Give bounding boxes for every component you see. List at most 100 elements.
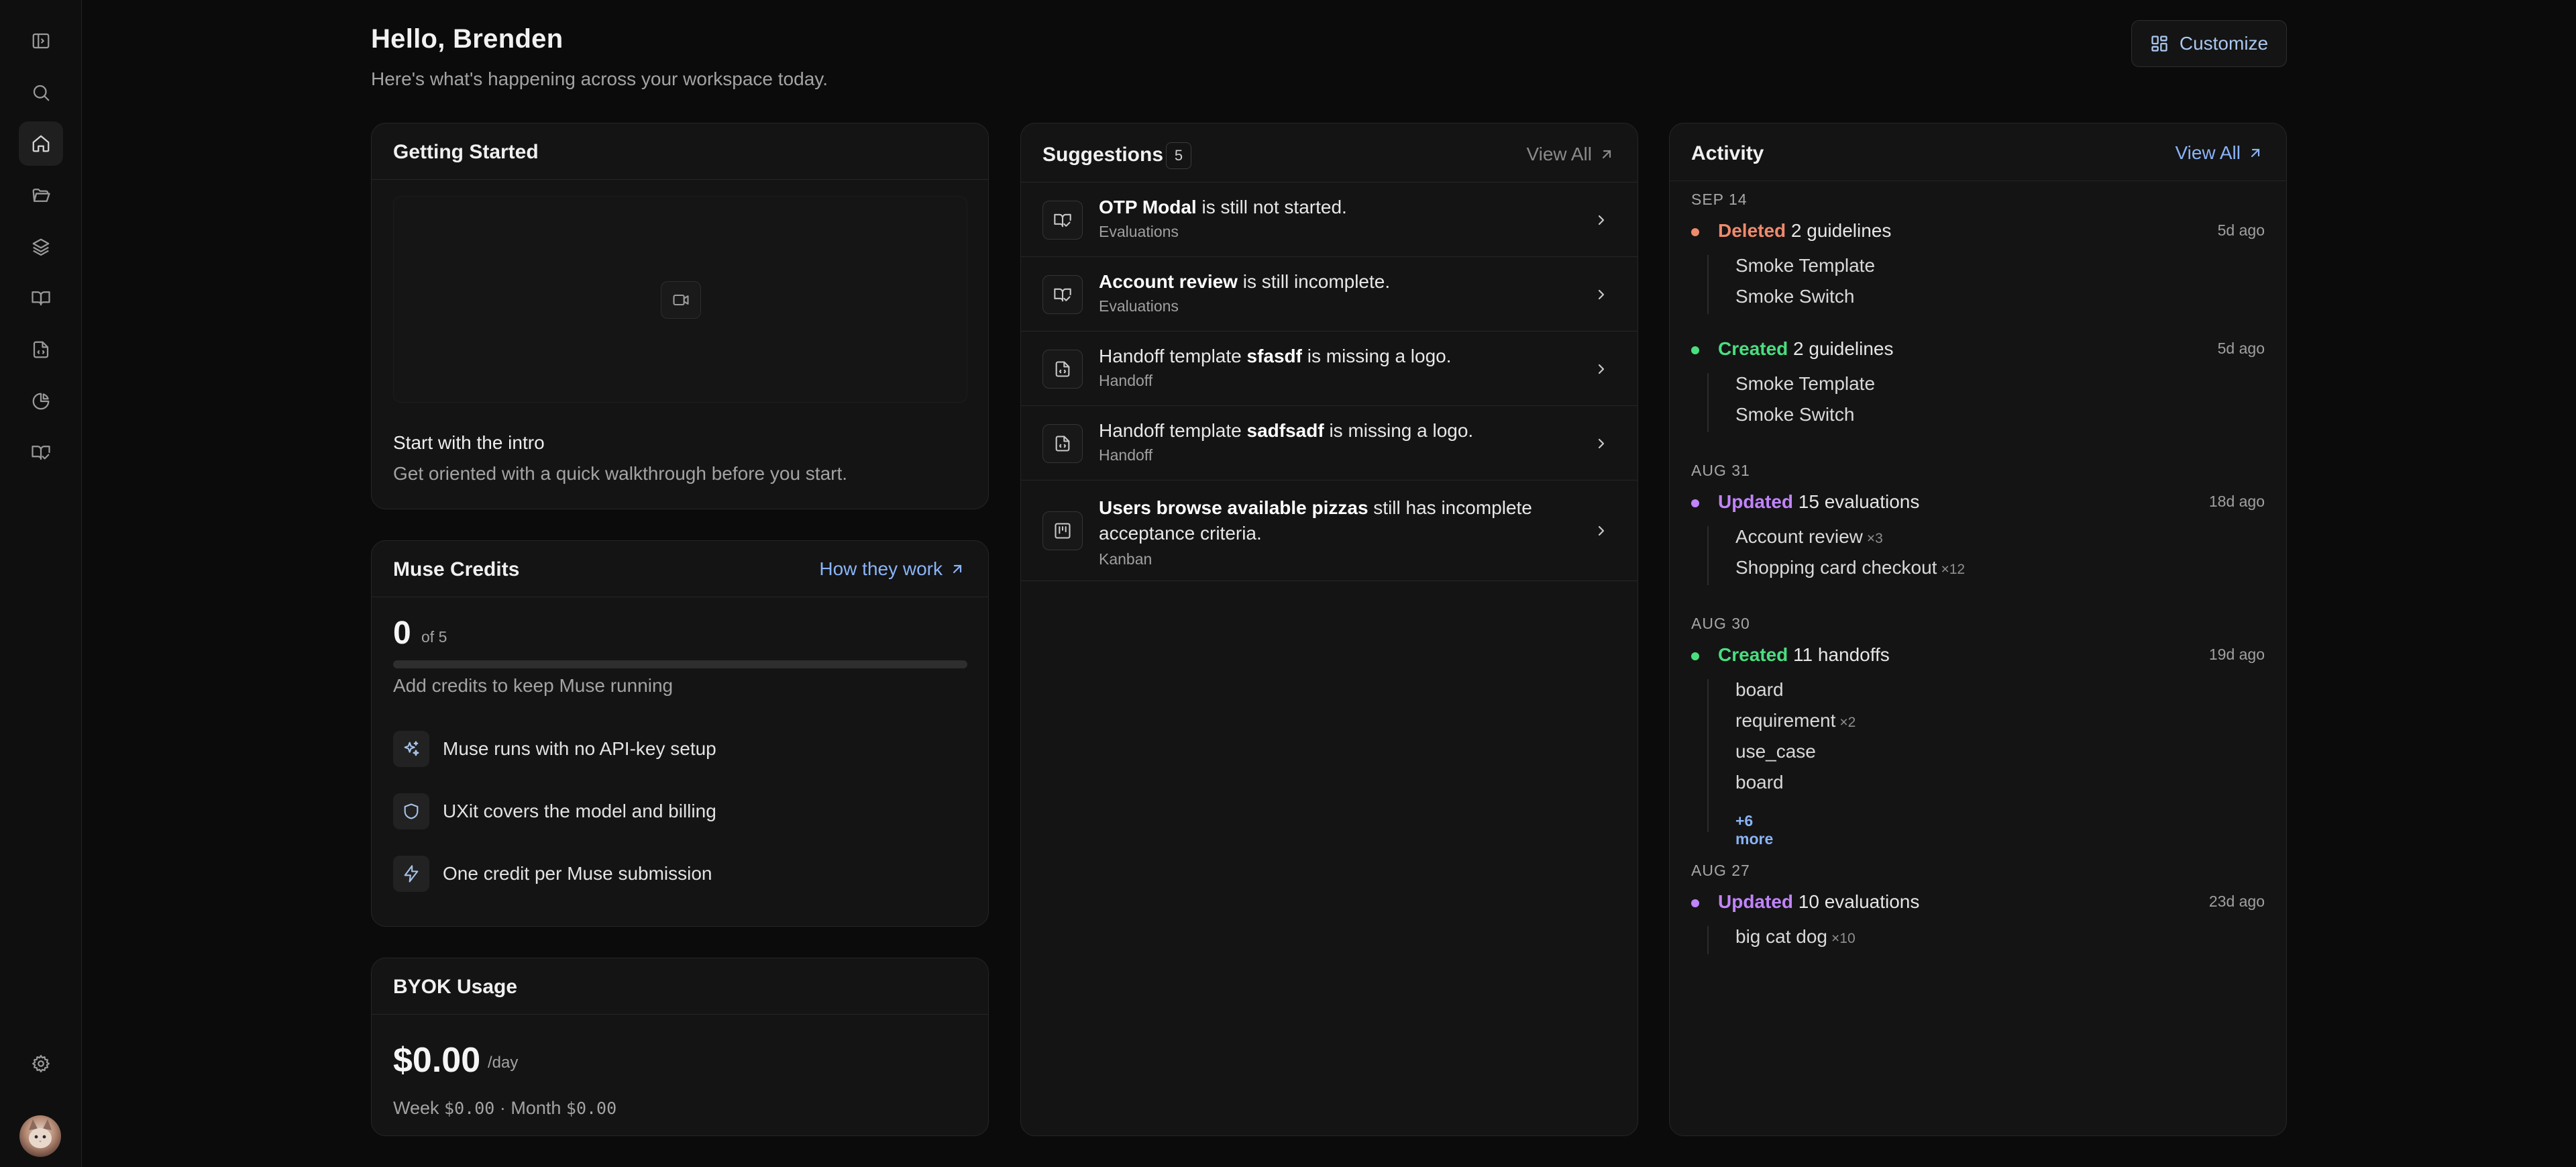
suggestions-count-badge: 5	[1166, 142, 1191, 169]
activity-time: 19d ago	[2208, 646, 2265, 663]
activity-time: 18d ago	[2208, 493, 2265, 510]
chevron-right-icon	[1593, 523, 1609, 539]
sidebar-item-layers[interactable]	[19, 225, 63, 269]
credits-progress-bar	[393, 660, 967, 668]
activity-item[interactable]: Smoke Template	[1735, 255, 1875, 276]
chevron-right-icon	[1593, 212, 1609, 228]
suggestion-text: Users browse available pizzas still has …	[1099, 495, 1577, 546]
how-they-work-link[interactable]: How they work	[819, 558, 965, 580]
activity-entry[interactable]: Created 2 guidelines 5d ago	[1691, 337, 2265, 364]
activity-item[interactable]: requirement ×2	[1735, 710, 1856, 731]
activity-sublist: Smoke Template Smoke Switch	[1707, 255, 1875, 314]
activity-item-label: Smoke Switch	[1735, 286, 1855, 307]
activity-view-all-link[interactable]: View All	[2175, 142, 2263, 164]
activity-summary: Updated 15 evaluations	[1718, 491, 1919, 513]
suggestions-view-all-link[interactable]: View All	[1526, 144, 1615, 165]
suggestion-row[interactable]: Handoff template sfasdf is missing a log…	[1021, 332, 1638, 406]
chevron-right-icon	[1593, 436, 1609, 452]
activity-time: 5d ago	[2217, 221, 2265, 239]
sidebar-item-guidelines[interactable]	[19, 276, 63, 320]
book-check-icon	[1054, 288, 1071, 302]
card-header: Activity View All	[1670, 123, 2286, 181]
month-value: $0.00	[566, 1099, 617, 1118]
zap-icon	[404, 865, 419, 882]
getting-started-title: Getting Started	[393, 141, 539, 163]
gear-icon	[32, 1055, 50, 1072]
activity-time: 23d ago	[2208, 893, 2265, 910]
activity-item-count: ×10	[1831, 931, 1856, 946]
suggestion-text: Account review is still incomplete.	[1099, 269, 1577, 295]
sidebar-item-home[interactable]	[19, 121, 63, 166]
card-header: Suggestions 5 View All	[1021, 123, 1638, 183]
activity-verb: Created	[1718, 644, 1788, 665]
sidebar-item-analytics[interactable]	[19, 379, 63, 423]
activity-item[interactable]: Smoke Switch	[1735, 286, 1854, 307]
status-dot	[1691, 899, 1699, 907]
page-title: Hello, Brenden	[371, 24, 564, 54]
search-button[interactable]	[19, 70, 63, 115]
activity-entry[interactable]: Updated 10 evaluations 23d ago	[1691, 890, 2265, 917]
intro-video[interactable]	[393, 196, 967, 403]
activity-item[interactable]: use_case	[1735, 741, 1816, 762]
activity-summary: Updated 10 evaluations	[1718, 891, 1919, 913]
activity-entry[interactable]: Created 11 handoffs 19d ago	[1691, 643, 2265, 670]
customize-button[interactable]: Customize	[2131, 20, 2287, 67]
view-all-label: View All	[1526, 144, 1592, 164]
suggestions-title: Suggestions	[1042, 144, 1164, 166]
activity-item-label: board	[1735, 772, 1784, 793]
activity-sublist: board requirement ×2 use_case board +6 more	[1707, 679, 1856, 848]
activity-entry[interactable]: Deleted 2 guidelines 5d ago	[1691, 219, 2265, 246]
activity-item[interactable]: big cat dog ×10	[1735, 926, 1856, 948]
suggestion-subject: OTP Modal	[1099, 197, 1197, 217]
activity-card: Activity View All SEP 14 Deleted 2 guidel…	[1669, 123, 2287, 1136]
suggestion-row[interactable]: Users browse available pizzas still has …	[1021, 480, 1638, 581]
activity-item[interactable]: Account review ×3	[1735, 526, 1883, 548]
activity-item[interactable]: Smoke Template	[1735, 373, 1875, 395]
suggestion-subject: sadfsadf	[1246, 420, 1324, 441]
card-header: BYOK Usage	[372, 958, 988, 1015]
activity-item[interactable]: board	[1735, 772, 1784, 793]
credits-used: 0	[393, 615, 411, 651]
byok-daily-amount: $0.00	[393, 1041, 481, 1080]
sidebar-item-projects[interactable]	[19, 173, 63, 217]
suggestion-row[interactable]: OTP Modal is still not started. Evaluatio…	[1021, 183, 1638, 257]
book-check-icon	[32, 446, 50, 460]
suggestion-subject: Account review	[1099, 271, 1238, 292]
activity-item[interactable]: Shopping card checkout ×12	[1735, 557, 1965, 578]
settings-button[interactable]	[19, 1042, 63, 1086]
suggestion-text: Handoff template sfasdf is missing a log…	[1099, 344, 1577, 369]
layers-icon	[32, 238, 50, 256]
month-label: Month	[511, 1098, 561, 1118]
activity-object: 15 evaluations	[1793, 491, 1920, 512]
suggestion-icon-badge	[1042, 275, 1083, 314]
suggestion-icon-badge	[1042, 511, 1083, 550]
activity-item-label: Shopping card checkout	[1735, 557, 1937, 578]
week-label: Week	[393, 1098, 439, 1118]
avatar[interactable]	[19, 1115, 61, 1157]
activity-summary: Created 11 handoffs	[1718, 644, 1890, 666]
activity-item[interactable]: board	[1735, 679, 1784, 701]
activity-summary: Created 2 guidelines	[1718, 338, 1894, 360]
suggestion-row[interactable]: Account review is still incomplete. Evalu…	[1021, 257, 1638, 332]
book-check-icon	[1054, 213, 1071, 227]
feature-text: Muse runs with no API-key setup	[443, 738, 716, 759]
activity-item-label: Smoke Switch	[1735, 404, 1855, 425]
suggestion-row[interactable]: Handoff template sadfsadf is missing a l…	[1021, 406, 1638, 480]
suggestion-icon-badge	[1042, 424, 1083, 463]
separator: ·	[499, 1098, 506, 1118]
feature-icon-badge	[393, 856, 429, 892]
sidebar-item-evaluations[interactable]	[19, 430, 63, 474]
arrow-up-right-icon	[1602, 150, 1611, 159]
activity-item-label: requirement	[1735, 710, 1836, 731]
customize-label: Customize	[2179, 33, 2269, 54]
activity-verb: Updated	[1718, 891, 1793, 912]
show-more-link[interactable]: +6 more	[1735, 812, 1773, 848]
sidebar-item-handoff[interactable]	[19, 327, 63, 372]
intro-title[interactable]: Start with the intro	[393, 432, 545, 454]
activity-entry[interactable]: Updated 15 evaluations 18d ago	[1691, 490, 2265, 517]
suggestion-category: Handoff	[1099, 372, 1153, 389]
toggle-sidebar-button[interactable]	[19, 19, 63, 63]
folder-open-icon	[32, 189, 50, 202]
activity-item[interactable]: Smoke Switch	[1735, 404, 1854, 425]
chevron-right-icon	[1593, 287, 1609, 303]
